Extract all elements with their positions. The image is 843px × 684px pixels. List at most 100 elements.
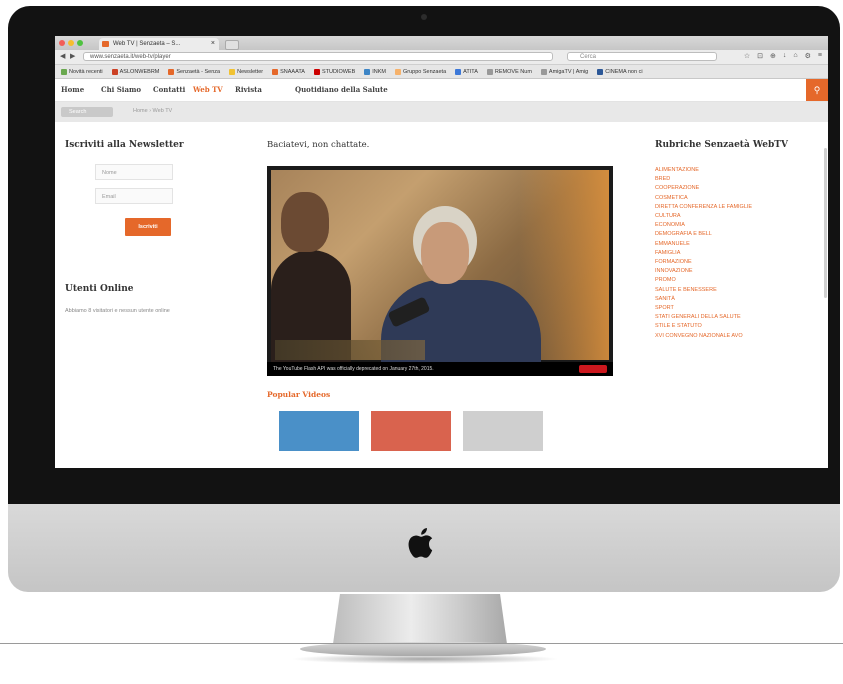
toolbar-icons: ☆ ⊡ ⊕ ↓ ⌂ ⚙ ≡ [744,52,822,60]
bookmarks-bar: Novità recenti ASLONWEBRM Senzaetà - Senza… [55,65,828,79]
nav-item[interactable]: Rivista [235,85,262,94]
bookmark-item[interactable]: Novità recenti [61,68,103,75]
bookmark-item[interactable]: REMOVE Num [486,68,532,75]
bookmark-icon [395,68,402,75]
category-link[interactable]: PROMO [655,276,820,285]
bookmark-label: INKM [372,68,387,75]
video-player[interactable]: The YouTube Flash API was officially dep… [267,166,613,376]
bookmark-icon [168,68,175,75]
bookmark-icon [597,68,604,75]
bookmark-icon [111,68,118,75]
category-link[interactable]: STATI GENERALI DELLA SALUTE [655,313,820,322]
bookmark-item[interactable]: STUDIOWEB [313,68,355,75]
category-link[interactable]: ALIMENTAZIONE [655,166,820,175]
bookmark-label: ATITA [463,68,478,75]
subscribe-button[interactable]: Iscriviti [125,218,171,236]
category-link[interactable]: FAMIGLIA [655,249,820,258]
url-field[interactable]: www.senzaeta.it/web-tv/player [83,52,553,61]
video-thumbnail[interactable] [463,411,543,451]
category-link[interactable]: BRED [655,175,820,184]
video-thumbnail[interactable] [279,411,359,451]
bookmark-item[interactable]: Senzaetà - Senza [168,68,221,75]
category-link[interactable]: SPORT [655,304,820,313]
email-field[interactable]: Email [95,188,173,204]
online-users-title: Utenti Online [65,284,134,294]
bookmark-label: Newsletter [237,68,264,75]
search-icon[interactable]: ⚲ [806,79,828,101]
tab-close-icon[interactable]: × [211,38,215,50]
toolbar-icon[interactable]: ⚙ [805,52,811,60]
tab-title: Web TV | Senzaeta – S... [113,41,181,47]
desk-line [0,643,843,644]
nav-item[interactable]: Quotidiano della Salute [295,85,388,94]
bookmark-item[interactable]: SNAAATA [272,68,305,75]
bookmark-icon [272,68,279,75]
bookmark-label: Novità recenti [69,68,103,75]
scrollbar[interactable] [824,148,827,298]
bookmark-item[interactable]: CINEMA non ci [597,68,643,75]
breadcrumb-search-button[interactable]: Search [61,107,113,117]
site-navigation: ⚲ Home Chi Siamo Contatti Web TV Rivista Quot… [55,79,828,102]
bookmark-label: AmigaTV | Amig [548,68,589,75]
category-link[interactable]: SANITÀ [655,295,820,304]
imac-monitor: Web TV | Senzaeta – S... × ◀ ▶ www.senza… [8,6,840,594]
close-window-button[interactable] [59,40,65,46]
category-link[interactable]: ECONOMIA [655,221,820,230]
browser-search-field[interactable]: Cerca [567,52,717,61]
category-link[interactable]: STILE E STATUTO [655,322,820,331]
bookmark-item[interactable]: Gruppo Senzaeta [395,68,447,75]
zoom-window-button[interactable] [77,40,83,46]
toolbar-icon[interactable]: ≡ [818,52,822,60]
youtube-icon[interactable] [579,365,607,373]
category-link[interactable]: DEMOGRAFIA E BELL [655,230,820,239]
new-tab-button[interactable] [225,40,239,50]
minimize-window-button[interactable] [68,40,74,46]
monitor-chin [8,504,840,592]
bookmark-item[interactable]: Newsletter [229,68,264,75]
popular-videos-list [279,411,617,451]
back-arrow-icon[interactable]: ◀ [60,53,65,61]
bookmark-item[interactable]: AmigaTV | Amig [540,68,589,75]
category-link[interactable]: COSMETICA [655,194,820,203]
toolbar-icon[interactable]: ⌂ [793,52,797,60]
bookmark-item[interactable]: ATITA [455,68,478,75]
browser-tab[interactable]: Web TV | Senzaeta – S... × [99,38,219,50]
category-link[interactable]: FORMAZIONE [655,258,820,267]
bookmark-icon [540,68,547,75]
name-field[interactable]: Nome [95,164,173,180]
category-link[interactable]: DIRETTA CONFERENZA LE FAMIGLIE [655,203,820,212]
toolbar-icon[interactable]: ⊕ [770,52,776,60]
bookmark-label: SNAAATA [280,68,305,75]
video-title: Baciatevi, non chattate. [267,140,370,150]
forward-arrow-icon[interactable]: ▶ [70,53,75,61]
categories-title: Rubriche Senzaetà WebTV [655,140,788,150]
apple-logo-icon [408,528,433,558]
online-users-text: Abbiamo 8 visitatori e nessun utente onl… [65,308,170,314]
toolbar-icon[interactable]: ☆ [744,52,750,60]
nav-item[interactable]: Home [61,85,84,94]
toolbar-icon[interactable]: ↓ [783,52,787,60]
bookmark-label: Senzaetà - Senza [176,68,221,75]
camera [421,14,427,20]
bookmark-icon [229,68,236,75]
screen: Web TV | Senzaeta – S... × ◀ ▶ www.senza… [55,36,828,468]
bookmark-item[interactable]: ASLONWEBRM [111,68,159,75]
bookmark-label: Gruppo Senzaeta [403,68,447,75]
nav-item[interactable]: Web TV [193,85,223,94]
nav-item[interactable]: Chi Siamo [101,85,141,94]
toolbar-icon[interactable]: ⊡ [757,52,763,60]
nav-item[interactable]: Contatti [153,85,185,94]
newsletter-title: Iscriviti alla Newsletter [65,140,184,150]
video-thumbnail[interactable] [371,411,451,451]
left-sidebar: Iscriviti alla Newsletter Nome Email Isc… [65,140,225,314]
category-link[interactable]: EMMANUELE [655,240,820,249]
stand-base [300,642,546,656]
browser-tab-bar: Web TV | Senzaeta – S... × [55,36,828,50]
bookmark-item[interactable]: INKM [364,68,387,75]
category-link[interactable]: XVI CONVEGNO NAZIONALE AVO [655,332,820,341]
category-link[interactable]: CULTURA [655,212,820,221]
breadcrumb: Home › Web TV [133,108,173,114]
category-link[interactable]: COOPERAZIONE [655,184,820,193]
category-link[interactable]: INNOVAZIONE [655,267,820,276]
category-link[interactable]: SALUTE E BENESSERE [655,286,820,295]
